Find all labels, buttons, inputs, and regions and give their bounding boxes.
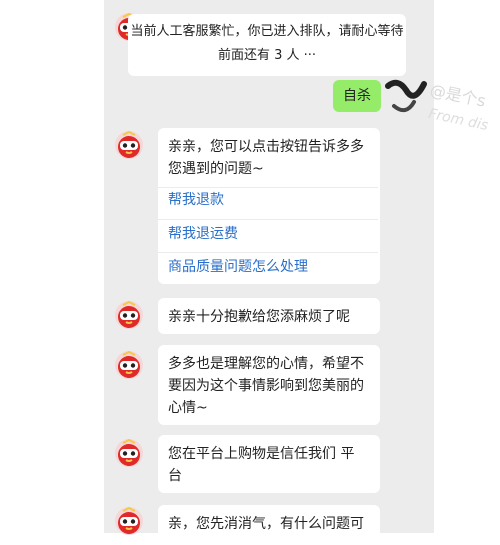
divider (158, 219, 378, 220)
message-text: 您在平台上购物是信任我们 平 台 (168, 443, 354, 487)
agent-avatar-icon[interactable] (114, 130, 144, 160)
message-line: 多多也是理解您的心情，希望不 (168, 356, 364, 372)
user-profile-icon[interactable] (384, 76, 428, 120)
message-line: 要因为这个事情影响到您美丽的 (168, 378, 364, 394)
queue-notice-line1: 当前人工客服繁忙，你已进入排队，请耐心等待 (130, 24, 404, 39)
agent-avatar-icon[interactable] (114, 300, 144, 330)
message-text: 亲亲，您可以点击按钮告诉多多 您遇到的问题~ (168, 136, 364, 180)
queue-notice-bubble: 当前人工客服繁忙，你已进入排队，请耐心等待 前面还有 3 人 ··· (128, 14, 406, 76)
message-line: 您在平台上购物是信任我们 平 (168, 446, 355, 462)
agent-avatar-icon[interactable] (114, 350, 144, 380)
agent-message-bubble: 多多也是理解您的心情，希望不 要因为这个事情影响到您美丽的 心情~ (158, 345, 380, 425)
agent-message-bubble: 您在平台上购物是信任我们 平 台 (158, 435, 380, 493)
agent-message-bubble: 亲亲十分抱歉给您添麻烦了呢 (158, 298, 380, 334)
message-line: 台 (168, 468, 182, 484)
message-line: 您遇到的问题~ (168, 161, 264, 177)
message-text: 多多也是理解您的心情，希望不 要因为这个事情影响到您美丽的 心情~ (168, 353, 364, 419)
quick-reply-quality-issue-link[interactable]: 商品质量问题怎么处理 (168, 256, 308, 278)
agent-message-bubble: 亲亲，您可以点击按钮告诉多多 您遇到的问题~ 帮我退款 帮我退运费 商品质量问题… (158, 128, 380, 284)
quick-reply-refund-link[interactable]: 帮我退款 (168, 189, 224, 211)
message-line: 心情~ (168, 400, 208, 416)
divider (158, 252, 378, 253)
quick-reply-shipping-refund-link[interactable]: 帮我退运费 (168, 223, 238, 245)
message-line: 亲，您先消消气，有什么问题可 (168, 516, 364, 532)
message-text: 亲亲十分抱歉给您添麻烦了呢 (168, 306, 350, 328)
message-line: 亲亲十分抱歉给您添麻烦了呢 (168, 309, 350, 325)
agent-avatar-icon[interactable] (114, 438, 144, 468)
message-line: 亲亲，您可以点击按钮告诉多多 (168, 139, 364, 155)
user-message-bubble: 自杀 (333, 80, 381, 112)
message-text: 亲，您先消消气，有什么问题可 (168, 513, 364, 535)
divider (158, 187, 378, 188)
watermark-handle: @是个s (428, 80, 488, 111)
agent-avatar-icon[interactable] (114, 506, 144, 536)
queue-notice-line2: 前面还有 3 人 ··· (217, 48, 317, 63)
agent-message-bubble: 亲，您先消消气，有什么问题可 (158, 505, 380, 545)
